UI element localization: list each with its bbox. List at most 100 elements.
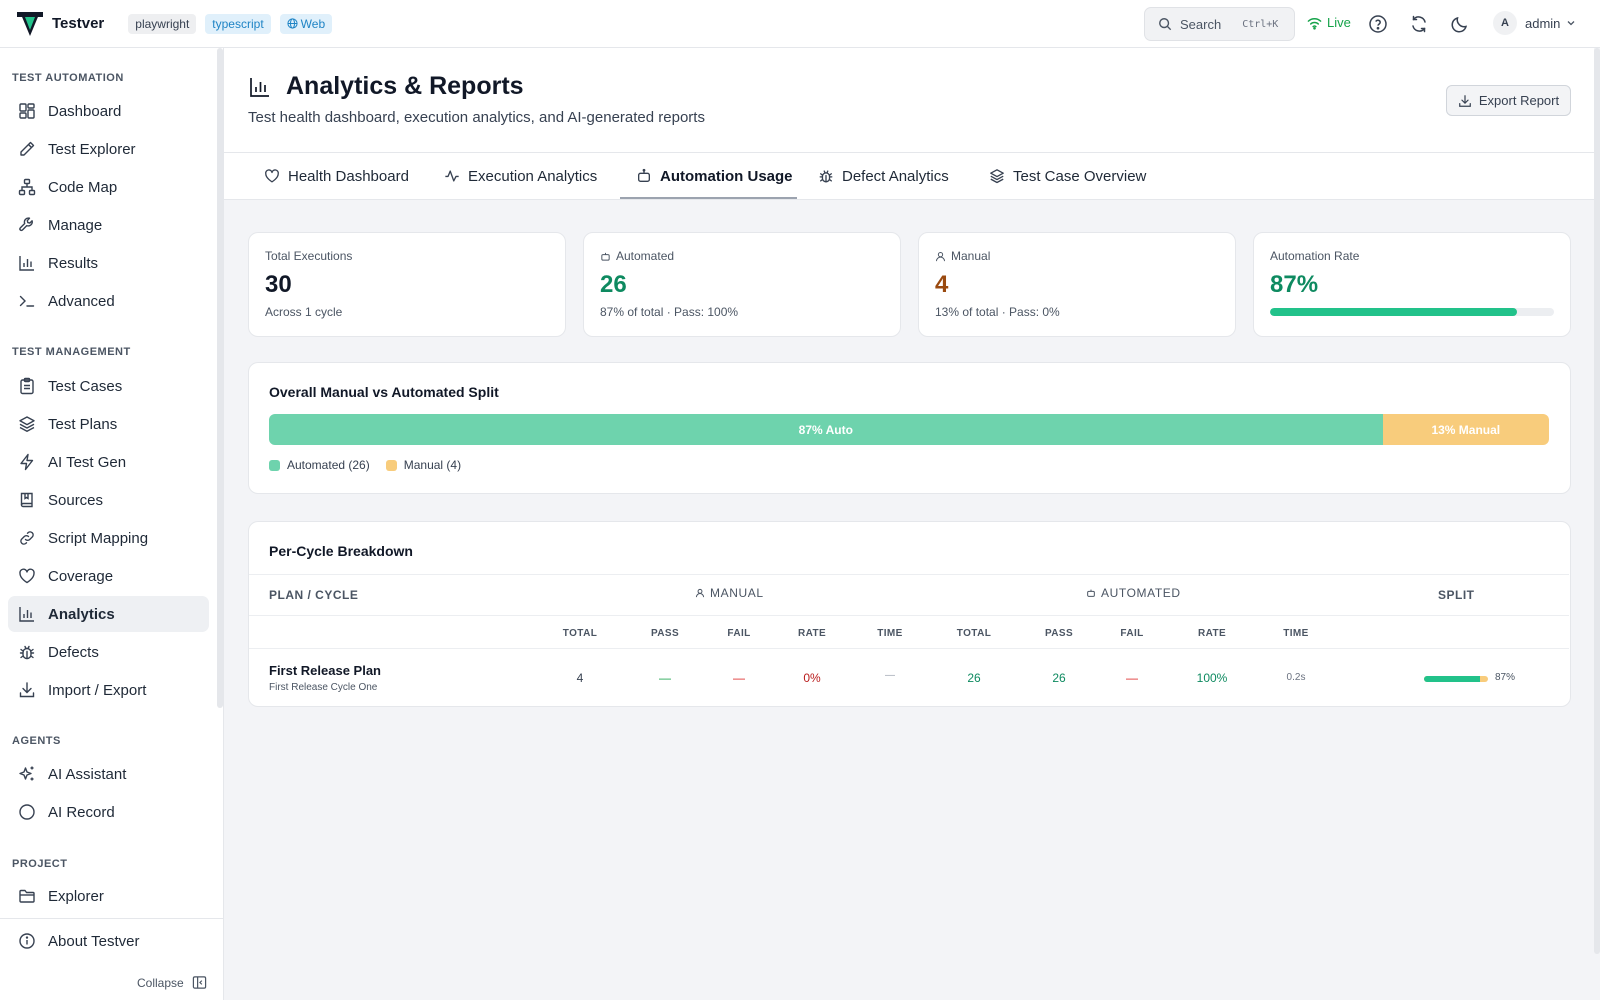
table-divider bbox=[249, 574, 1569, 575]
legend-swatch-manual bbox=[385, 459, 397, 471]
sub-header-automated-fail: FAIL bbox=[1120, 628, 1144, 639]
column-group-label: AUTOMATED bbox=[1101, 586, 1181, 600]
sidebar-item-ai-record[interactable]: AI Record bbox=[8, 794, 209, 830]
manual-time: — bbox=[885, 670, 895, 681]
tab-defect-analytics[interactable]: Defect Analytics bbox=[818, 153, 949, 199]
terminal-icon bbox=[19, 295, 35, 307]
live-indicator[interactable]: Live bbox=[1307, 15, 1351, 30]
legend-label: Automated (26) bbox=[287, 458, 370, 472]
brand[interactable]: Testver bbox=[16, 10, 104, 38]
wrench-icon bbox=[19, 217, 33, 232]
legend-item-automated: Automated (26) bbox=[269, 458, 370, 472]
sidebar-item-test-cases[interactable]: Test Cases bbox=[8, 368, 209, 404]
sub-header-automated-rate: RATE bbox=[1197, 628, 1227, 639]
live-label: Live bbox=[1327, 15, 1351, 30]
sidebar-item-results[interactable]: Results bbox=[8, 245, 209, 281]
sidebar-divider bbox=[0, 918, 224, 919]
sidebar-item-label: Test Plans bbox=[48, 415, 118, 433]
sidebar-item-defects[interactable]: Defects bbox=[8, 634, 209, 670]
collapse-button[interactable]: Collapse bbox=[137, 975, 207, 990]
app-name: Testver bbox=[52, 15, 105, 32]
tab-health-dashboard[interactable]: Health Dashboard bbox=[264, 153, 409, 199]
tag-language: typescript bbox=[205, 13, 271, 34]
tab-label: Health Dashboard bbox=[288, 167, 409, 185]
tab-test-case-overview[interactable]: Test Case Overview bbox=[989, 153, 1146, 199]
sidebar-item-label: Sources bbox=[48, 491, 104, 509]
download-icon bbox=[19, 682, 35, 698]
sidebar-item-analytics[interactable]: Analytics bbox=[8, 596, 209, 632]
manual-total: 4 bbox=[576, 671, 584, 685]
stat-label-text: Total Executions bbox=[265, 249, 353, 263]
manual-fail: — bbox=[733, 671, 745, 685]
sidebar-item-about[interactable]: About Testver bbox=[8, 923, 209, 959]
sidebar-item-label: Analytics bbox=[48, 605, 115, 623]
pencil-icon bbox=[20, 141, 35, 156]
sidebar-item-label: Results bbox=[48, 254, 99, 272]
chevron-down-icon bbox=[1567, 21, 1575, 26]
bar-chart-icon bbox=[19, 256, 34, 271]
help-icon[interactable] bbox=[1368, 14, 1388, 34]
stat-card-manual: Manual 4 13% of total · Pass: 0% bbox=[918, 232, 1236, 337]
sidebar-item-code-map[interactable]: Code Map bbox=[8, 169, 209, 205]
sidebar-item-label: AI Assistant bbox=[48, 765, 127, 783]
sub-header-manual-total: TOTAL bbox=[562, 628, 598, 639]
stat-label-text: Manual bbox=[951, 249, 991, 263]
sidebar-item-ai-assistant[interactable]: AI Assistant bbox=[8, 756, 209, 792]
sidebar-section-project: PROJECT bbox=[12, 858, 68, 870]
export-report-button[interactable]: Export Report bbox=[1446, 85, 1571, 116]
sub-header-automated-total: TOTAL bbox=[956, 628, 992, 639]
stat-value: 26 bbox=[600, 271, 627, 298]
sidebar-item-label: Advanced bbox=[48, 292, 115, 310]
automated-total: 26 bbox=[967, 671, 981, 685]
search-input[interactable]: Search Ctrl+K bbox=[1144, 7, 1295, 41]
zap-icon bbox=[20, 453, 34, 471]
page-subtitle: Test health dashboard, execution analyti… bbox=[248, 109, 705, 126]
moon-icon[interactable] bbox=[1450, 14, 1470, 34]
sidebar-item-label: Code Map bbox=[48, 178, 118, 196]
avatar: A bbox=[1493, 11, 1517, 35]
main-scrollbar[interactable] bbox=[1594, 48, 1600, 954]
sidebar-item-label: Defects bbox=[48, 643, 99, 661]
sparkles-icon bbox=[19, 766, 34, 781]
sidebar-item-script-mapping[interactable]: Script Mapping bbox=[8, 520, 209, 556]
tab-execution-analytics[interactable]: Execution Analytics bbox=[444, 153, 597, 199]
refresh-icon[interactable] bbox=[1409, 14, 1429, 34]
table-divider bbox=[249, 615, 1569, 616]
sidebar-item-sources[interactable]: Sources bbox=[8, 482, 209, 518]
legend-swatch-automated bbox=[269, 459, 280, 471]
sub-header-manual-fail: FAIL bbox=[727, 628, 751, 639]
tab-label: Execution Analytics bbox=[468, 167, 598, 185]
stat-label: Automation Rate bbox=[1270, 249, 1359, 263]
stat-card-automated: Automated 26 87% of total · Pass: 100% bbox=[583, 232, 901, 337]
tab-automation-usage[interactable]: Automation Usage bbox=[636, 153, 793, 199]
export-report-label: Export Report bbox=[1478, 93, 1560, 108]
row-split-bar bbox=[1424, 676, 1488, 682]
sidebar-item-test-plans[interactable]: Test Plans bbox=[8, 406, 209, 442]
sidebar-item-ai-test-gen[interactable]: AI Test Gen bbox=[8, 444, 209, 480]
stat-card-total-executions: Total Executions 30 Across 1 cycle bbox=[248, 232, 566, 337]
sidebar-item-manage[interactable]: Manage bbox=[8, 207, 209, 243]
sidebar-item-dashboard[interactable]: Dashboard bbox=[8, 93, 209, 129]
legend-label: Manual (4) bbox=[403, 458, 462, 472]
user-menu[interactable]: A admin bbox=[1493, 11, 1576, 35]
legend-item-manual: Manual (4) bbox=[385, 458, 462, 472]
column-header-plan-cycle: PLAN / CYCLE bbox=[269, 588, 359, 602]
sidebar-scrollbar[interactable] bbox=[217, 48, 223, 708]
stat-subtext: 13% of total · Pass: 0% bbox=[935, 305, 1060, 319]
sidebar-item-label: About Testver bbox=[48, 932, 140, 950]
bug-icon bbox=[19, 645, 35, 660]
bug-icon bbox=[819, 170, 833, 183]
link-icon bbox=[20, 531, 34, 545]
sidebar-item-coverage[interactable]: Coverage bbox=[8, 558, 209, 594]
sidebar-item-test-explorer[interactable]: Test Explorer bbox=[8, 131, 209, 167]
sidebar-item-advanced[interactable]: Advanced bbox=[8, 283, 209, 319]
sidebar-item-import-export[interactable]: Import / Export bbox=[8, 672, 209, 708]
split-bar-manual: 13% Manual bbox=[1382, 414, 1549, 445]
stat-subtext: Across 1 cycle bbox=[265, 305, 343, 319]
split-bar-automated: 87% Auto bbox=[269, 414, 1383, 445]
row-split-fill bbox=[1424, 676, 1480, 682]
sidebar-item-explorer[interactable]: Explorer bbox=[8, 878, 209, 914]
stat-card-automation-rate: Automation Rate 87% bbox=[1253, 232, 1571, 337]
sidebar-item-label: Import / Export bbox=[48, 681, 147, 699]
column-group-manual: MANUAL bbox=[695, 586, 764, 600]
